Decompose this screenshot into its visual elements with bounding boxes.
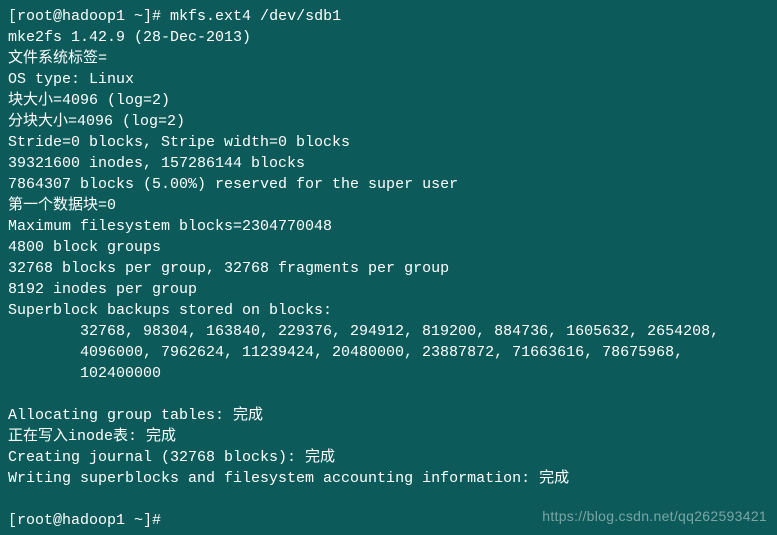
output-reserved-blocks: 7864307 blocks (5.00%) reserved for the …: [8, 174, 769, 195]
output-stride: Stride=0 blocks, Stripe width=0 blocks: [8, 132, 769, 153]
output-creating-journal: Creating journal (32768 blocks): 完成: [8, 447, 769, 468]
output-fragment-size: 分块大小=4096 (log=2): [8, 111, 769, 132]
output-mke2fs-version: mke2fs 1.42.9 (28-Dec-2013): [8, 27, 769, 48]
output-writing-inode: 正在写入inode表: 完成: [8, 426, 769, 447]
output-max-fs-blocks: Maximum filesystem blocks=2304770048: [8, 216, 769, 237]
prompt-prefix-2: [root@hadoop1 ~]#: [8, 512, 161, 529]
prompt-line-1[interactable]: [root@hadoop1 ~]# mkfs.ext4 /dev/sdb1: [8, 6, 769, 27]
output-inodes-blocks: 39321600 inodes, 157286144 blocks: [8, 153, 769, 174]
output-blank-1: [8, 384, 769, 405]
command-text: mkfs.ext4 /dev/sdb1: [170, 8, 341, 25]
output-block-groups: 4800 block groups: [8, 237, 769, 258]
output-blocks-per-group: 32768 blocks per group, 32768 fragments …: [8, 258, 769, 279]
output-superblock-list-1: 32768, 98304, 163840, 229376, 294912, 81…: [8, 321, 769, 342]
output-first-data-block: 第一个数据块=0: [8, 195, 769, 216]
output-superblock-header: Superblock backups stored on blocks:: [8, 300, 769, 321]
output-fs-label: 文件系统标签=: [8, 48, 769, 69]
output-superblock-list-3: 102400000: [8, 363, 769, 384]
prompt-prefix: [root@hadoop1 ~]#: [8, 8, 161, 25]
output-os-type: OS type: Linux: [8, 69, 769, 90]
output-writing-superblocks: Writing superblocks and filesystem accou…: [8, 468, 769, 489]
output-block-size: 块大小=4096 (log=2): [8, 90, 769, 111]
output-allocating-tables: Allocating group tables: 完成: [8, 405, 769, 426]
output-inodes-per-group: 8192 inodes per group: [8, 279, 769, 300]
output-superblock-list-2: 4096000, 7962624, 11239424, 20480000, 23…: [8, 342, 769, 363]
watermark-text: https://blog.csdn.net/qq262593421: [542, 507, 767, 527]
